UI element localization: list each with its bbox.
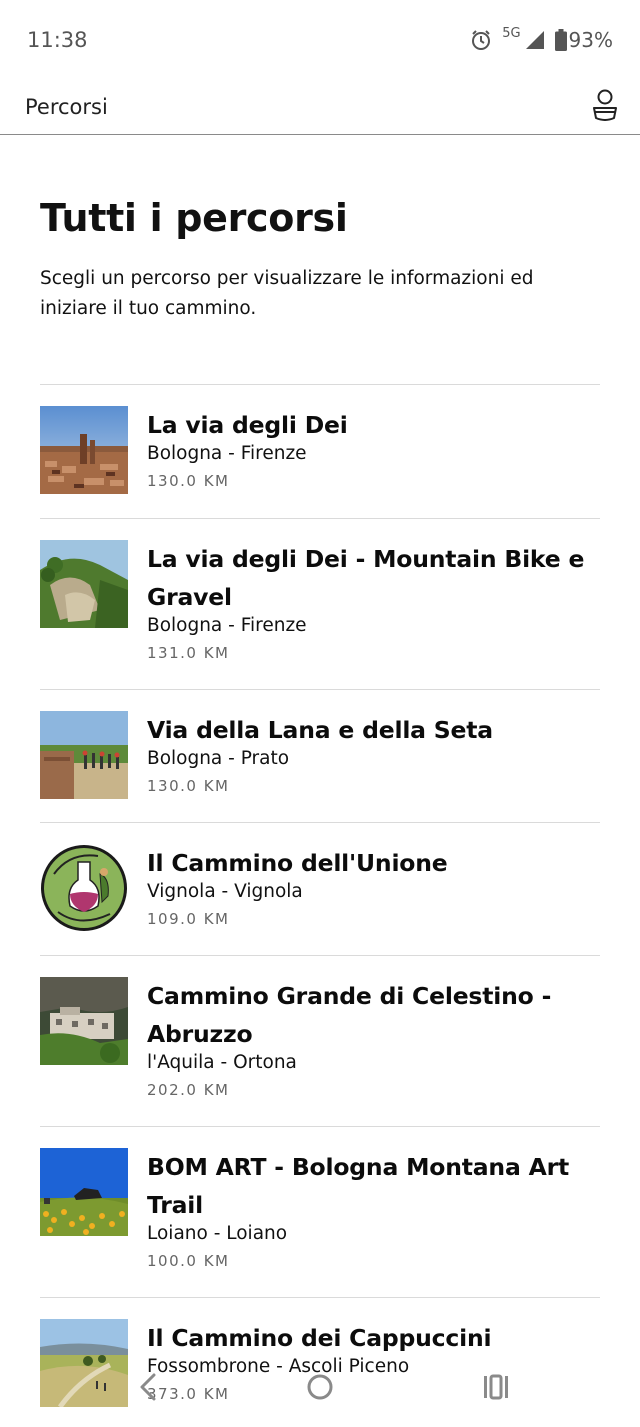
route-item[interactable]: BOM ART - Bologna Montana Art Trail Loia…	[40, 1126, 600, 1297]
route-list: La via degli Dei Bologna - Firenze 130.0…	[40, 384, 600, 1427]
app-bar: Percorsi	[0, 80, 640, 135]
alarm-icon	[470, 29, 492, 51]
route-name: La via degli Dei	[147, 411, 348, 439]
status-indicators: 5G 93%	[470, 25, 613, 52]
system-nav-bar	[0, 1355, 640, 1415]
route-endpoints: Vignola - Vignola	[147, 881, 303, 902]
route-thumbnail	[40, 406, 128, 494]
user-icon[interactable]	[592, 89, 618, 125]
route-item[interactable]: Cammino Grande di Celestino - Abruzzo l'…	[40, 955, 600, 1126]
back-chevron-icon[interactable]	[130, 1367, 170, 1407]
battery-level: 93%	[568, 28, 613, 52]
network-type: 5G	[502, 25, 521, 41]
recents-icon[interactable]	[476, 1367, 516, 1407]
route-item[interactable]: La via degli Dei Bologna - Firenze 130.0…	[40, 384, 600, 518]
cammino-unione-logo	[41, 845, 127, 931]
route-distance: 130.0 KM	[147, 472, 230, 490]
route-endpoints: Bologna - Prato	[147, 748, 290, 769]
route-thumbnail	[40, 977, 128, 1065]
hermitage-cliff-photo	[40, 977, 128, 1065]
route-thumbnail	[40, 711, 128, 799]
battery-icon	[554, 29, 567, 51]
route-distance: 131.0 KM	[147, 644, 230, 662]
status-bar: 11:38 5G 93%	[0, 0, 640, 80]
hikers-on-bridge-photo	[40, 711, 128, 799]
route-item[interactable]: Il Cammino dell'Unione Vignola - Vignola…	[40, 822, 600, 955]
home-circle-icon[interactable]	[300, 1367, 340, 1407]
route-endpoints: Loiano - Loiano	[147, 1223, 288, 1244]
route-name: Via della Lana e della Seta	[147, 716, 493, 744]
route-name: BOM ART - Bologna Montana Art Trail	[147, 1153, 570, 1219]
route-endpoints: Bologna - Firenze	[147, 443, 307, 464]
route-thumbnail	[40, 844, 128, 932]
route-name: La via degli Dei - Mountain Bike e Grave…	[147, 545, 585, 611]
route-distance: 130.0 KM	[147, 777, 230, 795]
route-distance: 100.0 KM	[147, 1252, 230, 1270]
bologna-towers-photo	[40, 406, 128, 494]
page-title: Tutti i percorsi	[40, 196, 348, 240]
route-thumbnail	[40, 1148, 128, 1236]
rocky-hillside-photo	[40, 540, 128, 628]
route-endpoints: l'Aquila - Ortona	[147, 1052, 297, 1073]
route-thumbnail	[40, 540, 128, 628]
route-name: Il Cammino dell'Unione	[147, 849, 448, 877]
status-time: 11:38	[27, 28, 88, 52]
route-item[interactable]: Via della Lana e della Seta Bologna - Pr…	[40, 689, 600, 822]
app-title: Percorsi	[25, 95, 108, 119]
route-distance: 109.0 KM	[147, 910, 230, 928]
route-item[interactable]: La via degli Dei - Mountain Bike e Grave…	[40, 518, 600, 689]
meadow-sculpture-photo	[40, 1148, 128, 1236]
route-name: Cammino Grande di Celestino - Abruzzo	[147, 982, 552, 1048]
page-intro: Scegli un percorso per visualizzare le i…	[40, 268, 534, 319]
signal-icon	[525, 30, 545, 50]
route-endpoints: Bologna - Firenze	[147, 615, 307, 636]
route-name: Il Cammino dei Cappuccini	[147, 1324, 492, 1352]
route-distance: 202.0 KM	[147, 1081, 230, 1099]
